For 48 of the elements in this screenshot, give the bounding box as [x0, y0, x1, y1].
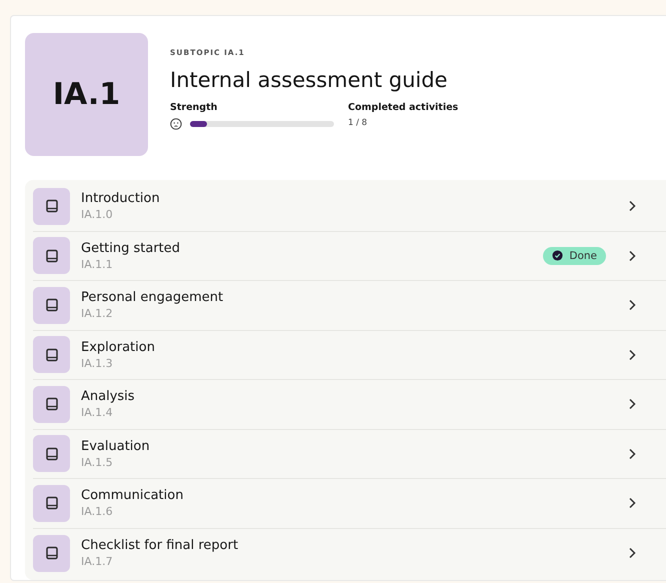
topic-tile: IA.1 [25, 33, 148, 156]
lesson-title: Communication [81, 488, 184, 504]
lesson-row[interactable]: Personal engagement IA.1.2 [33, 281, 666, 330]
lesson-code: IA.1.6 [81, 505, 114, 518]
lesson-row[interactable]: Evaluation IA.1.5 [33, 430, 666, 479]
book-icon [33, 188, 70, 225]
book-icon [33, 534, 70, 572]
chevron-icon [628, 497, 636, 510]
book-icon [33, 435, 70, 472]
book-icon [33, 286, 70, 324]
lesson-title: Exploration [81, 340, 156, 355]
chevron-icon [628, 299, 636, 312]
chevron-icon [628, 348, 636, 361]
lesson-code: IA.1.7 [81, 555, 114, 568]
lesson-row[interactable]: Getting started IA.1.1 Done [33, 232, 666, 281]
done-text: Done [569, 250, 597, 262]
lesson-row[interactable]: Checklist for final report IA.1.7 [33, 528, 666, 578]
lesson-code: IA.1.5 [81, 456, 114, 469]
lesson-code: IA.1.1 [81, 258, 114, 271]
chevron-icon [628, 448, 636, 460]
book-icon [33, 237, 70, 274]
lesson-row[interactable]: Introduction IA.1.0 [33, 182, 666, 232]
face-icon [170, 118, 182, 130]
lesson-code: IA.1.3 [81, 356, 114, 370]
lesson-row[interactable]: Communication IA.1.6 [33, 479, 666, 528]
lesson-title: Getting started [81, 240, 182, 256]
lesson-row[interactable]: Exploration IA.1.3 [33, 330, 666, 380]
completed-count: 1 / 8 [348, 118, 368, 128]
book-icon [33, 484, 70, 522]
lesson-code: IA.1.2 [81, 307, 114, 320]
strength-label: Strength [170, 102, 218, 113]
lesson-title: Checklist for final report [81, 538, 240, 554]
lesson-title: Analysis [81, 389, 136, 404]
chevron-icon [628, 547, 636, 560]
page-title: Internal assessment guide [170, 68, 448, 92]
completed-label: Completed activities [348, 102, 458, 113]
lesson-title: Evaluation [81, 438, 151, 454]
check-icon [552, 250, 564, 262]
lesson-code: IA.1.0 [81, 208, 114, 222]
book-icon [33, 336, 70, 374]
lesson-row[interactable]: Analysis IA.1.4 [33, 380, 666, 430]
chevron-icon [628, 250, 636, 262]
chevron-icon [628, 200, 636, 212]
lesson-title: Personal engagement [81, 290, 224, 306]
lesson-code: IA.1.4 [81, 406, 114, 420]
lesson-title: Introduction [81, 191, 161, 206]
book-icon [33, 386, 70, 423]
chevron-icon [628, 398, 636, 410]
